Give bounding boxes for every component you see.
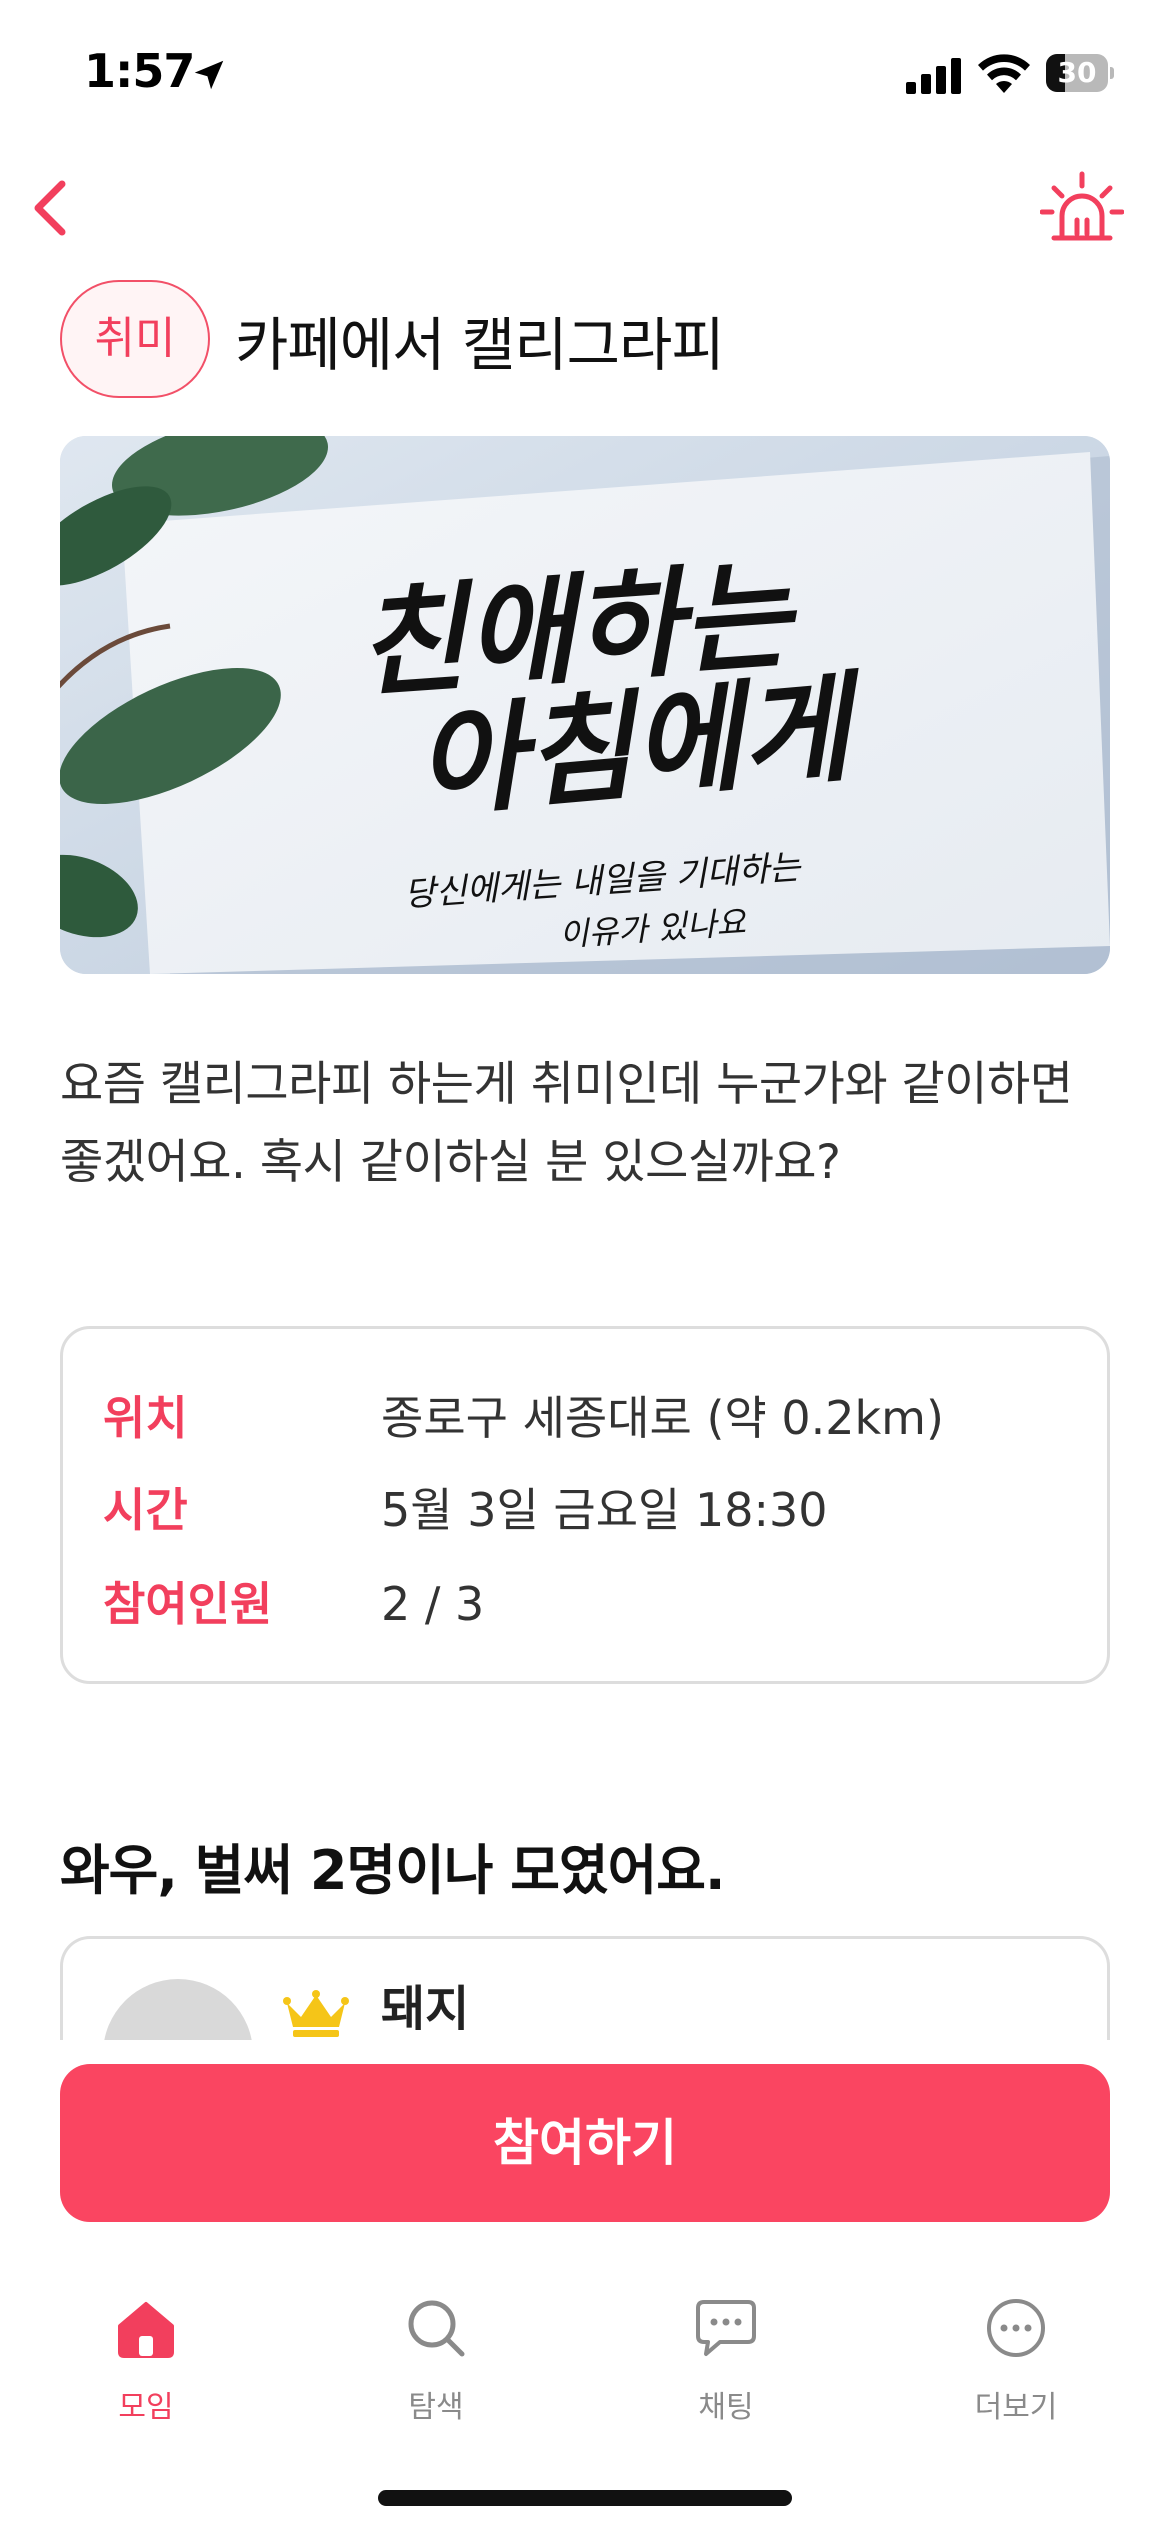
wifi-icon xyxy=(978,54,1030,93)
post-description: 요즘 캘리그라피 하는게 취미인데 누군가와 같이하면 좋겠어요. 혹시 같이하… xyxy=(60,1057,1073,1190)
post-image: 친애하는 아침에게 당신에게는 내일을 기대하는 이유가 있나요 xyxy=(60,436,1110,974)
back-button[interactable] xyxy=(18,170,88,246)
cellular-signal-icon xyxy=(906,58,961,94)
chat-icon xyxy=(696,2300,756,2356)
tab-meetings[interactable]: 모임 xyxy=(46,2270,246,2440)
crown-icon xyxy=(283,1990,349,2037)
title-row: 취미 카페에서 캘리그라피 xyxy=(60,280,1120,398)
members-heading: 와우, 벌써 2명이나 모였어요. xyxy=(60,1839,725,1902)
more-icon xyxy=(987,2299,1045,2357)
report-button[interactable] xyxy=(1039,170,1125,250)
calligraphy-photo: 친애하는 아침에게 당신에게는 내일을 기대하는 이유가 있나요 xyxy=(60,436,1110,974)
info-card: 위치 종로구 세종대로 (약 0.2km) 시간 5월 3일 금요일 18:30… xyxy=(60,1326,1110,1684)
category-badge: 취미 xyxy=(60,280,210,398)
home-indicator xyxy=(378,2490,792,2506)
tab-label: 모임 xyxy=(118,2390,174,2425)
join-button[interactable]: 참여하기 xyxy=(60,2064,1110,2222)
siren-icon xyxy=(1039,171,1125,241)
status-time: 1:57 xyxy=(84,44,195,98)
tab-explore[interactable]: 탐색 xyxy=(336,2270,536,2440)
tab-label: 더보기 xyxy=(974,2390,1058,2425)
chevron-left-icon xyxy=(34,180,66,236)
info-row-location: 위치 종로구 세종대로 (약 0.2km) xyxy=(103,1383,1083,1453)
tab-label: 탐색 xyxy=(408,2390,464,2425)
home-icon xyxy=(118,2302,174,2358)
tab-more[interactable]: 더보기 xyxy=(916,2270,1116,2440)
time-label: 시간 xyxy=(103,1483,188,1537)
tab-chat[interactable]: 채팅 xyxy=(626,2270,826,2440)
participants-value: 2 / 3 xyxy=(381,1577,485,1631)
location-label: 위치 xyxy=(103,1391,188,1445)
search-icon xyxy=(408,2300,465,2357)
location-arrow-icon xyxy=(194,60,224,90)
info-row-participants: 참여인원 2 / 3 xyxy=(103,1569,1083,1639)
battery-level: 30 xyxy=(1057,56,1097,89)
member-name: 돼지 xyxy=(381,1981,470,2037)
tab-bar: 모임 탐색 채팅 더보기 xyxy=(0,2270,1170,2440)
tab-label: 채팅 xyxy=(698,2390,754,2425)
participants-label: 참여인원 xyxy=(103,1577,273,1631)
member-card[interactable]: 돼지 xyxy=(60,1936,1110,2040)
status-bar: 1:57 30 xyxy=(0,0,1170,150)
info-row-time: 시간 5월 3일 금요일 18:30 xyxy=(103,1475,1083,1545)
time-value: 5월 3일 금요일 18:30 xyxy=(381,1483,828,1537)
battery-icon: 30 xyxy=(1046,54,1114,92)
post-title: 카페에서 캘리그라피 xyxy=(235,311,725,379)
location-value: 종로구 세종대로 (약 0.2km) xyxy=(381,1391,944,1445)
avatar xyxy=(103,1979,253,2040)
